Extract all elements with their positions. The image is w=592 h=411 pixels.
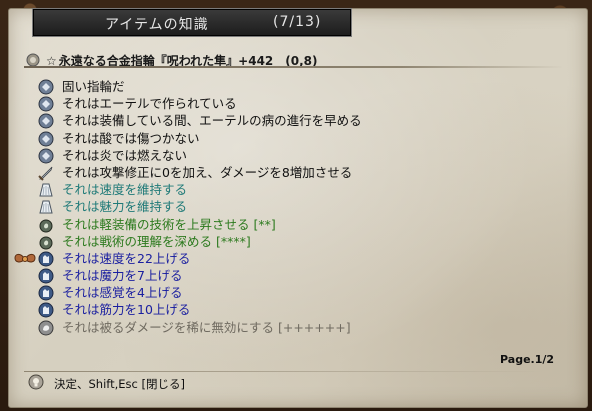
window-title: アイテムの知識: [105, 17, 209, 33]
glove-icon: [38, 285, 54, 301]
property-text: 固い指輪だ: [62, 79, 125, 94]
header-divider: [24, 66, 564, 68]
property-text: それは魔力を7上げる: [62, 268, 183, 284]
page-indicator: Page.1/2: [500, 353, 555, 366]
item-counter: (7/13): [273, 14, 322, 30]
potion-icon: [39, 236, 53, 250]
property-text: それは酸では傷つかない: [62, 130, 200, 146]
cloak-icon: [39, 183, 53, 197]
property-text: それは速度を維持する: [62, 182, 188, 198]
glove-icon: [38, 268, 54, 284]
property-text: それは被るダメージを稀に無効にする [++++++]: [62, 319, 351, 335]
property-text: それは攻撃修正に0を加え、ダメージを8増加させる: [62, 164, 353, 180]
gem-icon: [38, 113, 54, 129]
property-text: それは感覚を4上げる: [62, 285, 183, 301]
property-text: それは速度を22上げる: [62, 250, 191, 266]
hint-bulb-icon: [28, 374, 44, 390]
sword-icon: [38, 166, 53, 181]
gem-icon: [38, 96, 54, 112]
property-text: それは魅力を維持する: [62, 199, 188, 215]
property-text: それはエーテルで作られている: [62, 96, 237, 112]
cloak-icon: [39, 200, 53, 214]
property-text: それは筋力を10上げる: [62, 302, 191, 318]
property-text: それは炎では燃えない: [62, 147, 188, 163]
property-text: それは戦術の理解を深める [****]: [62, 233, 251, 249]
property-text: それは軽装備の技術を上昇させる [**]: [62, 216, 276, 232]
glove-icon: [38, 302, 54, 318]
property-text: それは装備している間、エーテルの病の進行を早める: [62, 113, 362, 129]
footer-divider: [24, 371, 544, 372]
gem-icon: [38, 79, 54, 95]
scroll-icon: [38, 320, 54, 336]
potion-icon: [39, 219, 53, 232]
glove-icon: [38, 251, 54, 267]
key-hint: 決定、Shift,Esc [閉じる]: [54, 377, 186, 391]
bullet-icon: [26, 53, 40, 67]
gem-icon: [38, 131, 54, 147]
window-title-bar: アイテムの知識 (7/13): [32, 8, 352, 37]
wing-cursor-icon: [14, 253, 36, 263]
gem-icon: [38, 148, 54, 164]
